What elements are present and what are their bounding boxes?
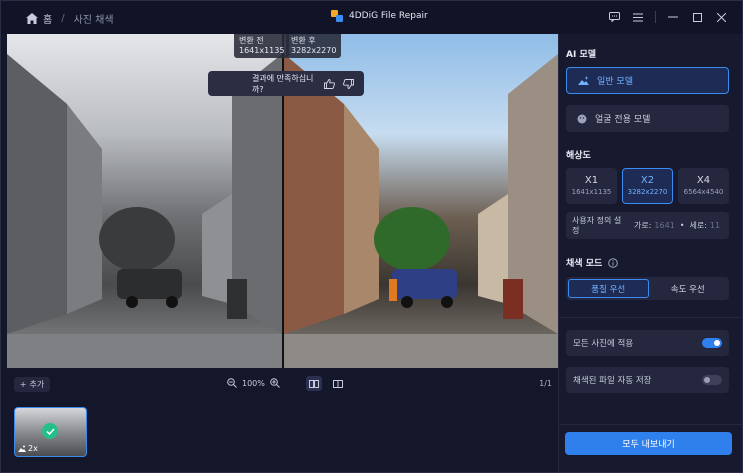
image-sparkle-icon: [578, 76, 589, 85]
scale-tag: 2x: [18, 444, 38, 453]
app-logo-icon: [331, 10, 343, 22]
image-icon: [18, 445, 26, 452]
after-size-text: 3282x2270: [291, 46, 337, 55]
width-input[interactable]: 1641: [654, 221, 674, 230]
dot-separator: •: [679, 221, 685, 230]
after-label-text: 변환 후: [291, 36, 316, 45]
settings-panel: AI 모델 일반 모델 얼굴 전용 모델 해상도 X1 1641x1135 X2…: [558, 34, 743, 472]
color-mode-switch: 품질 우선 속도 우선: [566, 277, 729, 300]
custom-resolution-row: 사용자 정의 설정 가로: 1641 • 세로: 11: [566, 212, 729, 239]
app-window: 홈 / 사진 채색 4DDiG File Repair 변환 전 1641x11…: [0, 0, 743, 473]
info-icon[interactable]: [608, 257, 619, 268]
export-all-button[interactable]: 모두 내보내기: [565, 432, 732, 455]
title-bar: 홈 / 사진 채색 4DDiG File Repair: [1, 1, 742, 34]
before-label-text: 변환 전: [239, 36, 264, 45]
close-icon[interactable]: [714, 10, 728, 24]
after-label: 변환 후 3282x2270: [286, 34, 342, 58]
apply-all-row: 모든 사진에 적용: [566, 330, 729, 356]
apply-all-toggle[interactable]: [702, 338, 722, 348]
zoom-level: 100%: [242, 378, 265, 388]
plus-icon: +: [19, 380, 27, 389]
thumbs-down-icon[interactable]: [343, 78, 354, 89]
feedback-icon[interactable]: [607, 10, 621, 24]
window-controls: [607, 10, 728, 24]
speed-first-option[interactable]: 속도 우선: [649, 279, 728, 298]
view-mode-switch: [306, 376, 346, 391]
auto-save-row: 채색된 파일 자동 저장: [566, 367, 729, 393]
check-icon: [42, 423, 58, 439]
resolution-x1-label: X1: [584, 175, 599, 186]
resolution-x4-size: 6564x4540: [683, 188, 724, 196]
height-label: 세로:: [689, 221, 707, 230]
divider: [559, 317, 743, 318]
feedback-popup: 결과에 만족하십니까?: [208, 71, 364, 96]
menu-icon[interactable]: [631, 10, 645, 24]
scale-tag-text: 2x: [28, 444, 38, 453]
zoom-control: 100%: [227, 378, 280, 388]
add-button[interactable]: + 추가: [14, 377, 50, 392]
home-icon[interactable]: [26, 13, 38, 24]
apply-all-label: 모든 사진에 적용: [573, 339, 634, 349]
breadcrumb-current: 사진 채색: [73, 15, 114, 26]
breadcrumb: 홈 / 사진 채색: [26, 11, 114, 26]
resolution-x4-button[interactable]: X4 6564x4540: [678, 168, 729, 204]
general-model-button[interactable]: 일반 모델: [566, 67, 729, 94]
resolution-x2-label: X2: [640, 175, 655, 186]
before-size-text: 1641x1135: [239, 46, 285, 55]
ai-model-title: AI 모델: [566, 50, 597, 60]
preview-toolbar: + 추가 100% 1/1: [7, 376, 558, 394]
resolution-x2-button[interactable]: X2 3282x2270: [622, 168, 673, 204]
auto-save-label: 채색된 파일 자동 저장: [573, 376, 652, 386]
add-button-label: 추가: [29, 380, 45, 389]
zoom-out-icon[interactable]: [227, 378, 237, 388]
quality-first-option[interactable]: 품질 우선: [568, 279, 649, 298]
thumbs-up-icon[interactable]: [324, 78, 335, 89]
face-icon: [577, 114, 587, 123]
before-label: 변환 전 1641x1135: [234, 34, 290, 58]
custom-resolution-label: 사용자 정의 설정: [572, 215, 622, 235]
height-input[interactable]: 11: [710, 221, 720, 230]
face-model-label: 얼굴 전용 모델: [595, 115, 651, 125]
resolution-x4-label: X4: [696, 175, 711, 186]
divider: [559, 424, 743, 425]
breadcrumb-home[interactable]: 홈: [43, 11, 52, 26]
face-model-button[interactable]: 얼굴 전용 모델: [566, 105, 729, 132]
breadcrumb-separator: /: [61, 13, 65, 24]
app-title-text: 4DDiG File Repair: [349, 11, 428, 21]
thumbnail-item[interactable]: 2x: [14, 407, 87, 457]
feedback-question: 결과에 만족하십니까?: [252, 73, 314, 94]
width-label: 가로:: [634, 221, 652, 230]
split-view-icon[interactable]: [330, 376, 346, 391]
zoom-in-icon[interactable]: [270, 378, 280, 388]
resolution-x1-size: 1641x1135: [571, 188, 612, 196]
app-title: 4DDiG File Repair: [331, 10, 428, 22]
color-mode-header: 채색 모드: [566, 256, 619, 269]
minimize-icon[interactable]: [666, 10, 680, 24]
divider: [655, 11, 656, 23]
page-count: 1/1: [539, 379, 552, 388]
resolution-title: 해상도: [566, 151, 591, 161]
maximize-icon[interactable]: [690, 10, 704, 24]
resolution-x1-button[interactable]: X1 1641x1135: [566, 168, 617, 204]
color-mode-title: 채색 모드: [566, 259, 603, 269]
thumbnail-strip: 2x: [7, 399, 558, 465]
resolution-x2-size: 3282x2270: [627, 188, 668, 196]
side-by-side-view-icon[interactable]: [306, 376, 322, 391]
comparison-preview[interactable]: 변환 전 1641x1135 변환 후 3282x2270 결과에 만족하십니까…: [7, 34, 558, 368]
general-model-label: 일반 모델: [597, 77, 633, 87]
auto-save-toggle[interactable]: [702, 375, 722, 385]
